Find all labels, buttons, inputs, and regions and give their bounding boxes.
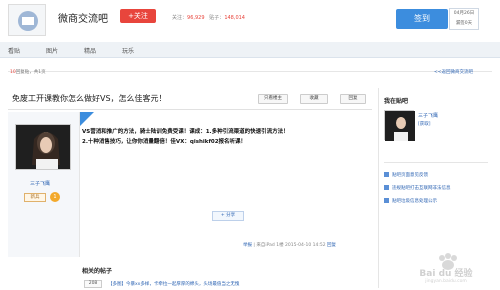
author-name[interactable]: 三子飞鹰 bbox=[30, 180, 50, 187]
bar-logo[interactable] bbox=[8, 4, 46, 36]
sidebar-avatar-icon bbox=[385, 111, 415, 141]
share-button[interactable]: + 分享 bbox=[212, 211, 244, 221]
feedback-icon bbox=[384, 172, 389, 177]
tab-fun[interactable]: 玩乐 bbox=[122, 46, 134, 55]
bar-logo-icon bbox=[18, 11, 38, 31]
tab-featured[interactable]: 精品 bbox=[84, 46, 96, 55]
sidebar-avatar[interactable] bbox=[384, 110, 415, 141]
tab-posts[interactable]: 看贴 bbox=[8, 46, 20, 55]
thread-info-row bbox=[8, 60, 492, 72]
sidebar-link-illegal-label: 违规贴吧打击互联网非法信息 bbox=[392, 186, 451, 191]
sidebar-link-spam[interactable]: 贴吧垃圾信息处理公示 bbox=[384, 198, 437, 204]
sign-streak: 漏签0天 bbox=[455, 21, 473, 26]
stats-follow-num: 96,929 bbox=[187, 15, 205, 21]
stats-posts-label: 贴子： bbox=[209, 15, 225, 21]
sign-date: 04月26日 bbox=[453, 11, 475, 16]
post-reply-link[interactable]: 回复 bbox=[327, 243, 336, 248]
sidebar-link-illegal[interactable]: 违规贴吧打击互联网非法信息 bbox=[384, 185, 451, 191]
post-content-line-1: VS营消和推广的方法，骑士陆训免费受课！课成：1.多种引流渠道的快速引流方法！ bbox=[82, 129, 289, 135]
post-content-line-2: 2.十种消售技巧，让你你消量翻倍！佳VX：qishikf02报名听课！ bbox=[82, 139, 247, 145]
author-star-badge: 1 bbox=[50, 192, 60, 202]
sign-in-button[interactable]: 签到 bbox=[396, 9, 448, 29]
reply-count-text: 回复贴，共1页 bbox=[15, 70, 46, 75]
sidebar-user-name[interactable]: 三子飞鹰 bbox=[418, 112, 438, 119]
floor-corner-icon bbox=[80, 112, 94, 126]
post-time: 2015-04-10 14:52 bbox=[285, 243, 326, 248]
sign-date-box: 04月26日 漏签0天 bbox=[449, 8, 479, 30]
follow-button[interactable]: +关注 bbox=[120, 9, 156, 23]
author-level-badge: 新兵 bbox=[24, 193, 46, 202]
stats-follow-label: 关注： bbox=[172, 15, 188, 21]
only-op-button[interactable]: 只看楼主 bbox=[258, 94, 288, 104]
post-source: 来自iPad bbox=[256, 243, 275, 248]
watermark-text: Bai du 经验 bbox=[419, 269, 473, 279]
watermark-sub: jingyan.baidu.com bbox=[425, 279, 467, 284]
stats-posts-num: 148,014 bbox=[224, 15, 245, 21]
post-floor: 1楼 bbox=[276, 243, 284, 248]
related-post-link[interactable]: 【多图】今暴xx多样，卡牵拉一起厚厚的棉头，头场最值当之无愧 bbox=[108, 281, 239, 287]
thread-title: 免废工开课教你怎么做好VS，怎么佳客元！ bbox=[12, 94, 167, 103]
back-to-bar-link[interactable]: <<返回微商交流吧 bbox=[434, 69, 473, 75]
favorite-button[interactable]: 收藏 bbox=[300, 94, 328, 104]
avatar-image-icon bbox=[16, 125, 70, 169]
reply-count: 10回复贴，共1页 bbox=[10, 69, 46, 75]
nav-bar bbox=[0, 42, 500, 58]
post-content: VS营消和推广的方法，骑士陆训免费受课！课成：1.多种引流渠道的快速引流方法！ … bbox=[82, 127, 362, 147]
tab-images[interactable]: 图片 bbox=[46, 46, 58, 55]
sidebar-link-spam-label: 贴吧垃圾信息处理公示 bbox=[392, 199, 437, 204]
author-avatar[interactable] bbox=[15, 124, 71, 170]
share-label: 分享 bbox=[226, 213, 236, 218]
baidu-watermark: Bai du 经验 jingyan.baidu.com bbox=[398, 248, 494, 288]
bar-stats: 关注：96,929 贴子：148,014 bbox=[172, 14, 245, 21]
report-icon bbox=[384, 185, 389, 190]
notice-icon bbox=[384, 198, 389, 203]
report-link[interactable]: 举报 bbox=[243, 243, 252, 248]
sidebar-user-get[interactable]: [获取] bbox=[418, 121, 431, 127]
post-footer: 举报 | 来自iPad 1楼 2015-04-10 14:52 回复 bbox=[243, 242, 336, 248]
related-post-count: 208 bbox=[84, 280, 102, 288]
bar-name[interactable]: 微商交流吧 bbox=[58, 10, 108, 25]
sidebar-link-feedback-label: 贴吧页面意见反馈 bbox=[392, 173, 428, 178]
sidebar-title: 我在贴吧 bbox=[384, 98, 409, 105]
sidebar-divider bbox=[384, 162, 488, 163]
reply-button[interactable]: 回复 bbox=[340, 94, 366, 104]
related-posts-title: 相关的帖子 bbox=[82, 268, 113, 275]
sidebar-link-feedback[interactable]: 贴吧页面意见反馈 bbox=[384, 172, 428, 178]
